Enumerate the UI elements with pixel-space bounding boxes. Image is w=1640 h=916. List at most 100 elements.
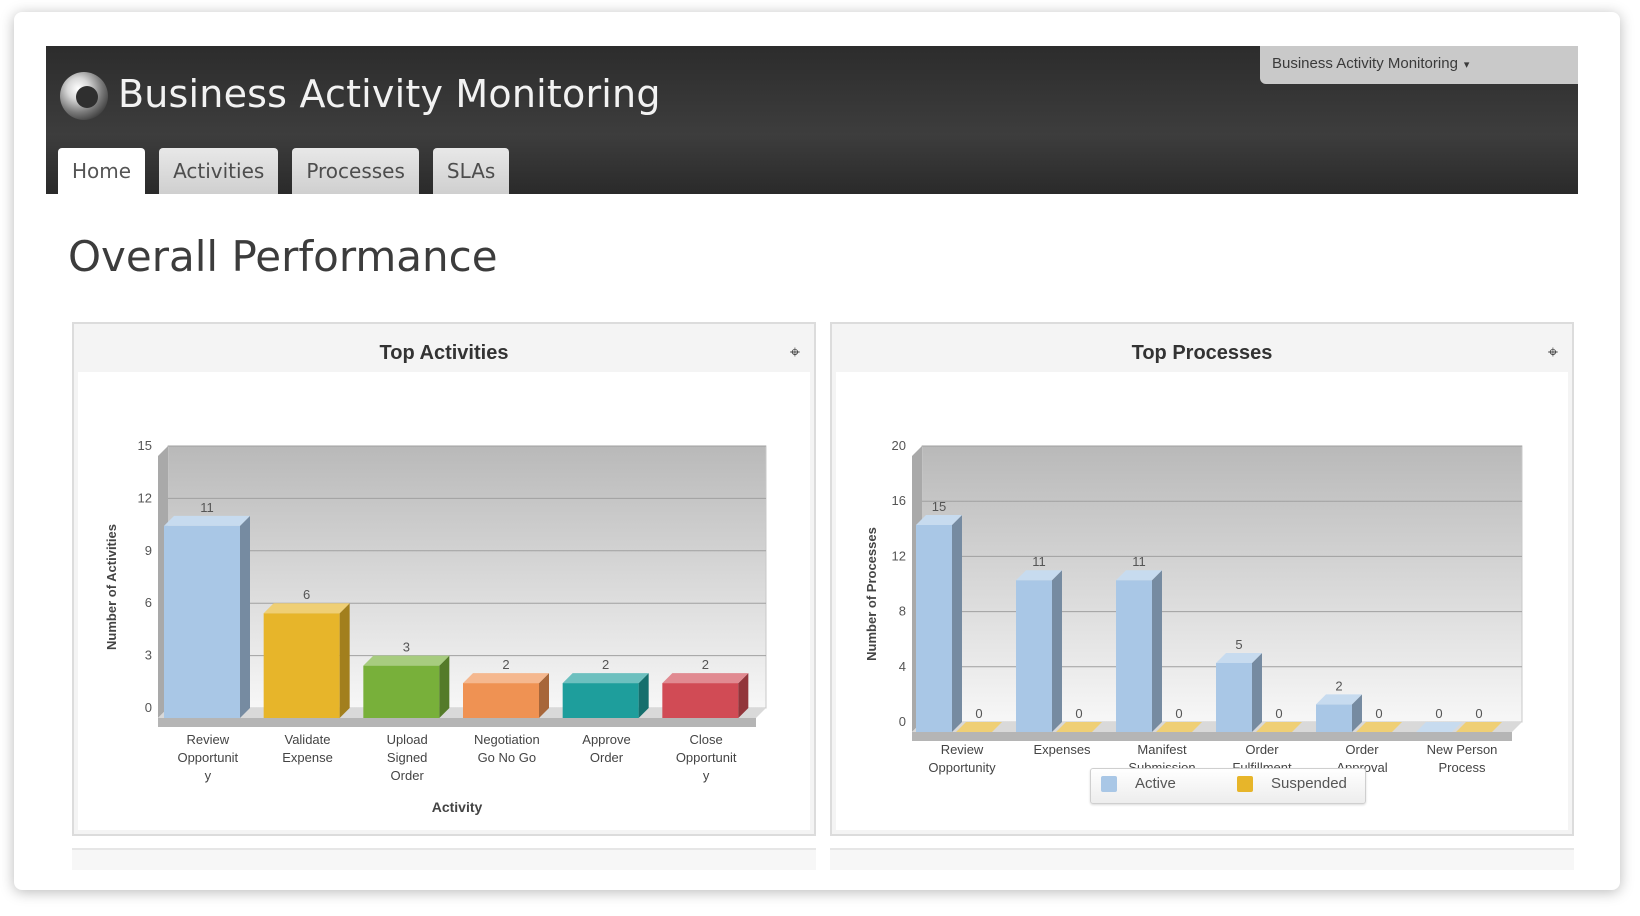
data-label: 0 [1435,706,1442,721]
tab-processes[interactable]: Processes [292,148,419,194]
legend-item-suspended[interactable]: Suspended [1237,775,1347,793]
bar-active [1016,570,1062,732]
x-tick-label: Order [391,768,425,783]
app-window: Business Activity Monitoring Business Ac… [46,46,1578,870]
bar-top [662,673,749,684]
legend-label: Active [1135,775,1176,792]
panel-title: Top Processes [1131,342,1273,364]
bar-side [952,515,962,732]
data-label: 0 [1075,706,1082,721]
bar-side [339,603,350,718]
x-tick-label: Opportunit [676,750,737,765]
data-label: 2 [502,657,509,672]
y-tick-label: 0 [145,700,152,715]
data-label: 0 [1175,706,1182,721]
data-label: 2 [602,657,609,672]
next-panel-edge [830,848,1574,870]
bar-front [263,613,340,718]
main-tabs: Home Activities Processes SLAs [58,148,510,194]
x-tick-label: Manifest [1137,742,1187,757]
app-header: Business Activity Monitoring Business Ac… [46,46,1578,194]
chevron-down-icon: ▾ [1463,59,1470,71]
tab-activities[interactable]: Activities [159,148,279,194]
x-tick-label: Upload [387,732,428,747]
y-tick-label: 12 [138,490,152,505]
legend-item-active[interactable]: Active [1101,775,1176,793]
bar [662,673,749,718]
bar-front [1016,580,1052,732]
page-title: Overall Performance [68,232,498,281]
bar-front [164,525,240,718]
legend-label: Suspended [1271,775,1347,792]
plot-floor-edge [158,718,756,727]
data-label: 2 [702,657,709,672]
plot-floor-edge [912,732,1512,741]
screenshot-frame: Business Activity Monitoring Business Ac… [14,12,1620,890]
x-tick-label: Go No Go [478,750,537,765]
x-tick-label: Expense [282,750,333,765]
bar-side [1252,653,1262,732]
x-tick-label: Review [187,732,230,747]
bar-active [1116,570,1162,732]
bar-front [1116,580,1152,732]
zoom-icon[interactable]: ⌖ [1548,342,1558,363]
data-label: 6 [303,587,310,602]
bar [263,603,350,718]
y-tick-label: 15 [138,438,152,453]
bar-chart-icon [1237,776,1253,793]
bar-top [363,655,450,666]
zoom-icon[interactable]: ⌖ [790,342,800,363]
x-tick-label: Validate [284,732,330,747]
data-label: 0 [1375,706,1382,721]
bar-active [1316,694,1362,732]
bar-side [1152,570,1162,732]
x-tick-label: New Person [1427,742,1498,757]
y-tick-label: 20 [892,438,906,453]
data-label: 2 [1335,678,1342,693]
data-label: 0 [1275,706,1282,721]
tab-home[interactable]: Home [58,148,146,194]
y-tick-label: 16 [892,493,906,508]
bar [562,673,649,718]
bar-chart-icon [1101,776,1117,793]
chart-legend: Active Suspended [1090,768,1366,804]
bar-top [463,673,549,684]
bar-front [1316,704,1352,732]
tab-slas[interactable]: SLAs [432,148,510,194]
y-tick-label: 3 [145,648,152,663]
bar-front [662,683,739,718]
app-title: Business Activity Monitoring [118,72,661,116]
y-tick-label: 6 [145,595,152,610]
bar-top [263,603,350,614]
bar-front [562,683,639,718]
chart-area: 0 4 8 12 16 20 Number of Processes 15 11 11 5 2 0 0 0 0… [836,372,1568,830]
plot-background [167,445,767,709]
bar-top [562,673,649,684]
bar [463,673,549,718]
bar-side [1052,570,1062,732]
x-tick-label: y [205,768,212,783]
bar-side [439,655,450,718]
bar-side [240,515,250,718]
chart-area: 0 3 6 9 12 15 Number of Activities Activity 11 6 3… [78,372,810,830]
panel-title: Top Activities [379,342,509,364]
top-activities-panel: Top Activities ⌖ 0 3 6 9 12 15 Number of Activ… [72,322,816,836]
bar-front [463,683,539,718]
y-tick-label: 0 [899,714,906,729]
app-switcher-menu[interactable]: Business Activity Monitoring ▾ [1260,46,1578,84]
x-tick-label: Process [1439,760,1486,775]
x-tick-label: Negotiation [474,732,540,747]
x-tick-label: Order [1345,742,1379,757]
y-tick-label: 12 [892,548,906,563]
y-tick-label: 9 [145,543,152,558]
x-tick-label: Order [1245,742,1279,757]
x-tick-label: Signed [387,750,427,765]
x-axis-label: Activity [432,799,483,815]
y-axis-label: Number of Activities [104,524,119,650]
bar-front [916,525,952,732]
bar [164,515,250,718]
top-activities-chart: 0 3 6 9 12 15 Number of Activities Activity 11 6 3… [104,438,767,815]
data-label: 0 [975,706,982,721]
bar-front [363,665,440,718]
x-tick-label: Opportunity [928,760,996,775]
